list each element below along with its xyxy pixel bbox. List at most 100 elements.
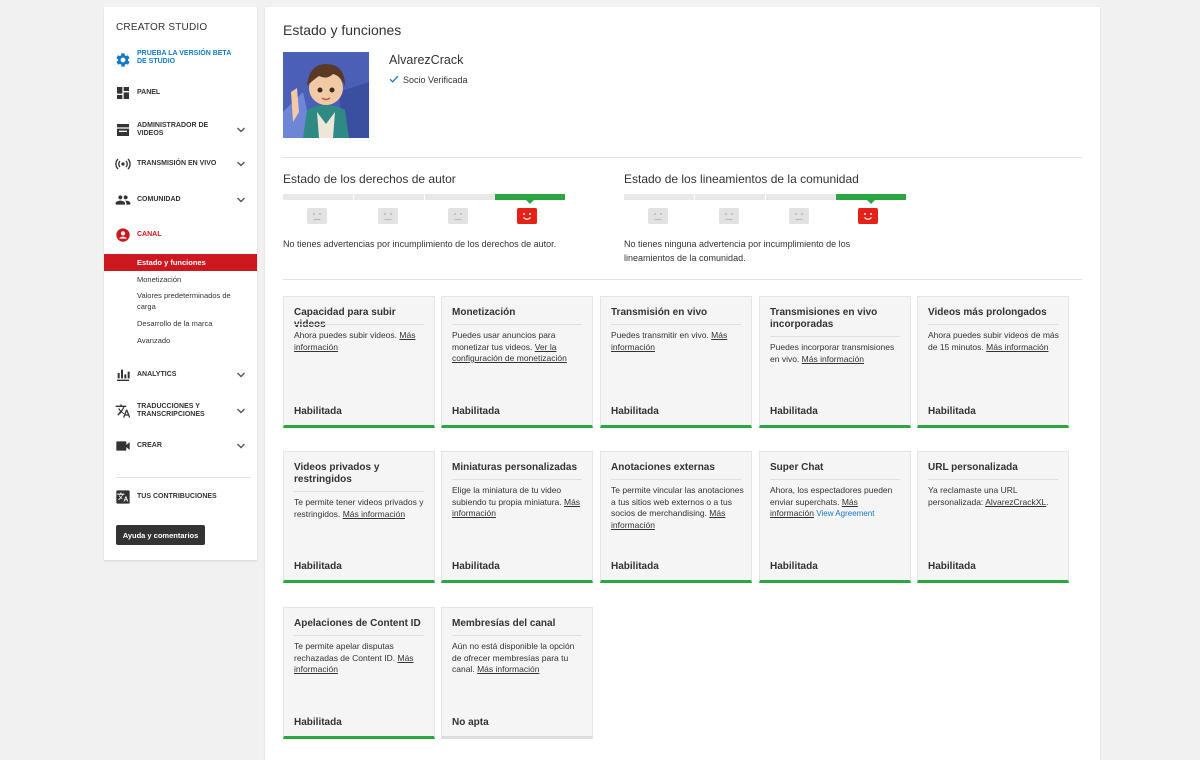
sidebar-subitem-branding[interactable]: Desarrollo de la marca bbox=[104, 318, 257, 329]
sidebar-item-label: COMUNIDAD bbox=[137, 196, 181, 203]
card-divider bbox=[770, 479, 900, 480]
feature-card-private-videos: Videos privados y restringidos Te permit… bbox=[283, 451, 435, 583]
camera-icon bbox=[115, 438, 131, 454]
card-desc-text: Elige la miniatura de tu video subiendo … bbox=[452, 485, 562, 507]
card-title: URL personalizada bbox=[928, 462, 1018, 473]
sidebar-item-live[interactable]: TRANSMISIÓN EN VIVO bbox=[104, 156, 257, 172]
community-text-line: No tienes ninguna advertencia por incump… bbox=[624, 239, 851, 249]
sidebar-item-translations[interactable]: TRADUCCIONES Y TRANSCRIPCIONES bbox=[104, 401, 257, 421]
card-status: Habilitada bbox=[294, 406, 342, 417]
verified-status: Socio Verificada bbox=[389, 74, 468, 86]
card-description: Te permite apelar disputas rechazadas de… bbox=[294, 641, 428, 676]
channel-avatar[interactable] bbox=[283, 52, 369, 138]
card-divider bbox=[294, 491, 424, 492]
card-desc-text: Puedes transmitir en vivo. bbox=[611, 330, 709, 340]
feature-card-custom-url: URL personalizada Ya reclamaste una URL … bbox=[917, 451, 1069, 583]
check-icon bbox=[389, 74, 399, 86]
feature-card-custom-thumbnails: Miniaturas personalizadas Elige la minia… bbox=[441, 451, 593, 583]
more-info-link[interactable]: Más información bbox=[986, 342, 1048, 352]
sidebar-item-beta[interactable]: PRUEBA LA VERSIÓN BETA DE STUDIO bbox=[104, 50, 257, 70]
sidebar-subitem-upload-defaults[interactable]: Valores predeterminados de carga bbox=[104, 290, 240, 312]
chevron-down-icon[interactable] bbox=[236, 159, 246, 169]
channel-icon bbox=[115, 227, 131, 243]
card-status: Habilitada bbox=[294, 561, 342, 572]
more-info-link[interactable]: Más información bbox=[477, 664, 539, 674]
sidebar-subitem-status[interactable]: Estado y funciones bbox=[104, 254, 257, 271]
sidebar-item-label: TRANSMISIÓN EN VIVO bbox=[137, 160, 217, 167]
feature-card-external-annotations: Anotaciones externas Te permite vincular… bbox=[600, 451, 752, 583]
main-panel: Estado y funciones AlvarezCrack Socio Ve… bbox=[265, 7, 1100, 760]
strike-segment bbox=[695, 194, 765, 200]
sidebar-subitem-monetization[interactable]: Monetización bbox=[104, 274, 257, 285]
card-divider bbox=[611, 324, 741, 325]
sad-face-icon bbox=[719, 208, 739, 224]
copyright-title: Estado de los derechos de autor bbox=[283, 172, 456, 186]
strike-segment bbox=[766, 194, 836, 200]
sidebar-item-channel[interactable]: CANAL bbox=[104, 227, 257, 243]
sidebar-item-community[interactable]: COMUNIDAD bbox=[104, 192, 257, 208]
card-title: Transmisión en vivo bbox=[611, 307, 708, 318]
sidebar-item-panel[interactable]: PANEL bbox=[104, 85, 257, 101]
happy-face-icon bbox=[858, 208, 878, 224]
card-divider bbox=[452, 479, 582, 480]
card-status: Habilitada bbox=[928, 406, 976, 417]
card-title: Monetización bbox=[452, 307, 516, 318]
sad-face-icon bbox=[648, 208, 668, 224]
chevron-down-icon[interactable] bbox=[236, 370, 246, 380]
channel-name: AlvarezCrack bbox=[389, 53, 464, 67]
divider bbox=[283, 157, 1082, 158]
feature-card-monetization: Monetización Puedes usar anuncios para m… bbox=[441, 296, 593, 428]
sad-face-icon bbox=[307, 208, 327, 224]
sidebar-subitem-advanced[interactable]: Avanzado bbox=[104, 335, 257, 346]
sidebar-item-label: PANEL bbox=[137, 89, 161, 96]
card-status: Habilitada bbox=[452, 406, 500, 417]
sidebar-item-contributions[interactable]: TUS CONTRIBUCIONES bbox=[104, 489, 257, 505]
chevron-down-icon[interactable] bbox=[236, 195, 246, 205]
card-status: Habilitada bbox=[452, 561, 500, 572]
strike-indicator bbox=[526, 200, 534, 204]
happy-face-icon bbox=[517, 208, 537, 224]
strike-segment bbox=[624, 194, 694, 200]
copyright-strike-meter bbox=[283, 194, 565, 224]
card-title: Videos más prolongados bbox=[928, 307, 1047, 318]
translate-icon bbox=[115, 403, 131, 419]
analytics-icon bbox=[115, 367, 131, 383]
feature-card-live: Transmisión en vivo Puedes transmitir en… bbox=[600, 296, 752, 428]
community-text: No tienes ninguna advertencia por incump… bbox=[624, 237, 850, 265]
verified-label: Socio Verificada bbox=[403, 75, 468, 85]
card-desc-suffix: . bbox=[1046, 496, 1049, 507]
view-agreement-link[interactable]: View Agreement bbox=[816, 509, 874, 518]
chevron-down-icon[interactable] bbox=[236, 406, 246, 416]
help-feedback-button[interactable]: Ayuda y comentarios bbox=[116, 525, 205, 545]
dashboard-icon bbox=[115, 85, 131, 101]
custom-url-link[interactable]: AlvarezCrackXL bbox=[985, 497, 1046, 507]
card-description: Ahora puedes subir videos. Más informaci… bbox=[294, 330, 428, 353]
sidebar-divider bbox=[116, 477, 251, 478]
chevron-down-icon[interactable] bbox=[236, 441, 246, 451]
community-icon bbox=[115, 192, 131, 208]
sidebar-item-analytics[interactable]: ANALYTICS bbox=[104, 367, 257, 383]
card-description: Ahora puedes subir videos de más de 15 m… bbox=[928, 330, 1062, 353]
feature-card-content-id: Apelaciones de Content ID Te permite ape… bbox=[283, 607, 435, 739]
more-info-link[interactable]: Más información bbox=[802, 354, 864, 364]
sidebar-item-label: TRADUCCIONES Y TRANSCRIPCIONES bbox=[137, 403, 205, 418]
card-status: Habilitada bbox=[770, 406, 818, 417]
sidebar-item-label: ADMINISTRADOR DE VIDEOS bbox=[137, 122, 209, 137]
sidebar-item-video-manager[interactable]: ADMINISTRADOR DE VIDEOS bbox=[104, 120, 257, 140]
sidebar-item-create[interactable]: CREAR bbox=[104, 438, 257, 454]
card-title: Apelaciones de Content ID bbox=[294, 618, 421, 629]
copyright-text: No tienes advertencias por incumplimient… bbox=[283, 239, 557, 249]
sidebar-item-label: PRUEBA LA VERSIÓN BETA DE STUDIO bbox=[137, 50, 231, 65]
card-status: Habilitada bbox=[294, 717, 342, 728]
sidebar-item-label: CREAR bbox=[137, 442, 162, 449]
more-info-link[interactable]: Más información bbox=[343, 509, 405, 519]
strike-segment bbox=[283, 194, 353, 200]
card-status: Habilitada bbox=[770, 561, 818, 572]
strike-segment bbox=[354, 194, 424, 200]
chevron-down-icon[interactable] bbox=[236, 125, 246, 135]
sidebar-title: CREATOR STUDIO bbox=[116, 22, 208, 33]
card-divider bbox=[452, 324, 582, 325]
card-description: Aún no está disponible la opción de ofre… bbox=[452, 641, 586, 676]
card-title: Miniaturas personalizadas bbox=[452, 462, 578, 473]
strike-indicator bbox=[867, 200, 875, 204]
